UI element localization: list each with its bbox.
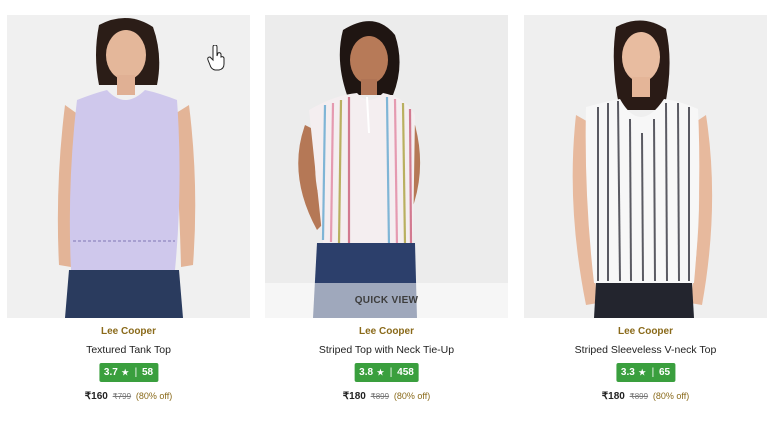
price-row: ₹180 ₹899 (80% off) bbox=[524, 391, 767, 402]
rating-count: 65 bbox=[658, 367, 671, 378]
rating-count: 58 bbox=[141, 367, 154, 378]
sale-price: ₹160 bbox=[84, 391, 108, 402]
original-price: ₹899 bbox=[629, 392, 649, 401]
rating-badge: 3.8 ★ | 458 bbox=[354, 363, 419, 382]
product-title[interactable]: Textured Tank Top bbox=[7, 344, 250, 356]
model-photo bbox=[524, 15, 767, 318]
sale-price: ₹180 bbox=[342, 391, 366, 402]
rating-value: 3.7 bbox=[103, 367, 118, 378]
discount-label: (80% off) bbox=[135, 391, 173, 401]
sale-price: ₹180 bbox=[601, 391, 625, 402]
rating-count: 458 bbox=[397, 367, 414, 378]
rating-value: 3.8 bbox=[359, 367, 374, 378]
product-title[interactable]: Striped Top with Neck Tie-Up bbox=[265, 344, 508, 356]
product-image[interactable]: QUICK VIEW bbox=[265, 15, 508, 318]
quick-view-button[interactable]: QUICK VIEW bbox=[265, 283, 508, 318]
rating-badge: 3.3 ★ | 65 bbox=[615, 363, 676, 382]
original-price: ₹899 bbox=[370, 392, 390, 401]
original-price: ₹799 bbox=[112, 392, 132, 401]
rating-value: 3.3 bbox=[620, 367, 635, 378]
product-title[interactable]: Striped Sleeveless V-neck Top bbox=[524, 344, 767, 356]
discount-label: (80% off) bbox=[652, 391, 690, 401]
star-icon: ★ bbox=[638, 368, 646, 377]
brand-name: Lee Cooper bbox=[617, 326, 673, 337]
discount-label: (80% off) bbox=[393, 391, 431, 401]
price-row: ₹180 ₹899 (80% off) bbox=[265, 391, 508, 402]
product-image[interactable] bbox=[524, 15, 767, 318]
brand-name: Lee Cooper bbox=[358, 326, 414, 337]
star-icon: ★ bbox=[121, 368, 129, 377]
rating-badge: 3.7 ★ | 58 bbox=[98, 363, 159, 382]
brand-name: Lee Cooper bbox=[100, 326, 156, 337]
star-icon: ★ bbox=[376, 368, 384, 377]
model-photo bbox=[265, 15, 508, 318]
product-card[interactable]: QUICK VIEW Lee Cooper Striped Top with N… bbox=[265, 0, 508, 442]
product-grid: Lee Cooper Textured Tank Top 3.7 ★ | 58 … bbox=[0, 0, 769, 442]
product-card[interactable]: Lee Cooper Striped Sleeveless V-neck Top… bbox=[524, 0, 767, 442]
hand-pointer-cursor-icon bbox=[207, 45, 225, 71]
price-row: ₹160 ₹799 (80% off) bbox=[7, 391, 250, 402]
